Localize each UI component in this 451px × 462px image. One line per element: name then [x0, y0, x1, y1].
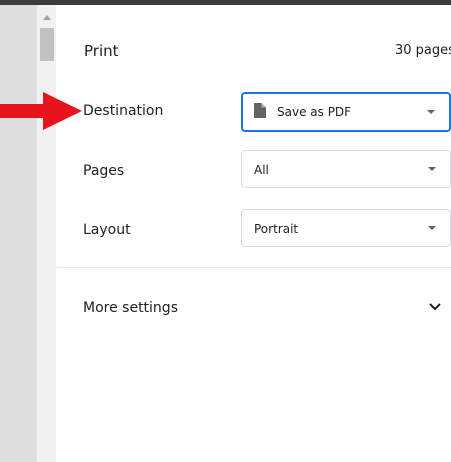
chevron-down-icon[interactable] — [428, 302, 442, 312]
page-count: 30 pages — [395, 43, 451, 58]
dropdown-caret-icon — [427, 110, 435, 114]
dropdown-caret-icon — [428, 226, 436, 230]
scroll-up-arrow-icon[interactable] — [40, 13, 54, 23]
destination-value: Save as PDF — [277, 105, 352, 119]
layout-value: Portrait — [254, 222, 299, 236]
preview-area — [0, 5, 36, 462]
document-icon — [254, 103, 266, 118]
pages-label: Pages — [83, 163, 125, 179]
pages-select[interactable]: All — [241, 150, 451, 188]
layout-label: Layout — [83, 222, 131, 238]
section-divider — [57, 267, 451, 268]
destination-select[interactable]: Save as PDF — [241, 92, 451, 132]
more-settings-label[interactable]: More settings — [83, 300, 178, 316]
scrollbar-thumb[interactable] — [40, 28, 54, 61]
print-title: Print — [84, 42, 119, 60]
print-settings-panel: Print 30 pages Destination Save as PDF P… — [57, 5, 451, 462]
print-dialog-screenshot: Print 30 pages Destination Save as PDF P… — [0, 0, 451, 462]
red-arrow-annotation-icon — [0, 92, 82, 130]
pages-value: All — [254, 163, 269, 177]
dropdown-caret-icon — [428, 167, 436, 171]
layout-select[interactable]: Portrait — [241, 209, 451, 247]
scrollbar[interactable] — [36, 5, 56, 462]
destination-label: Destination — [83, 103, 164, 119]
